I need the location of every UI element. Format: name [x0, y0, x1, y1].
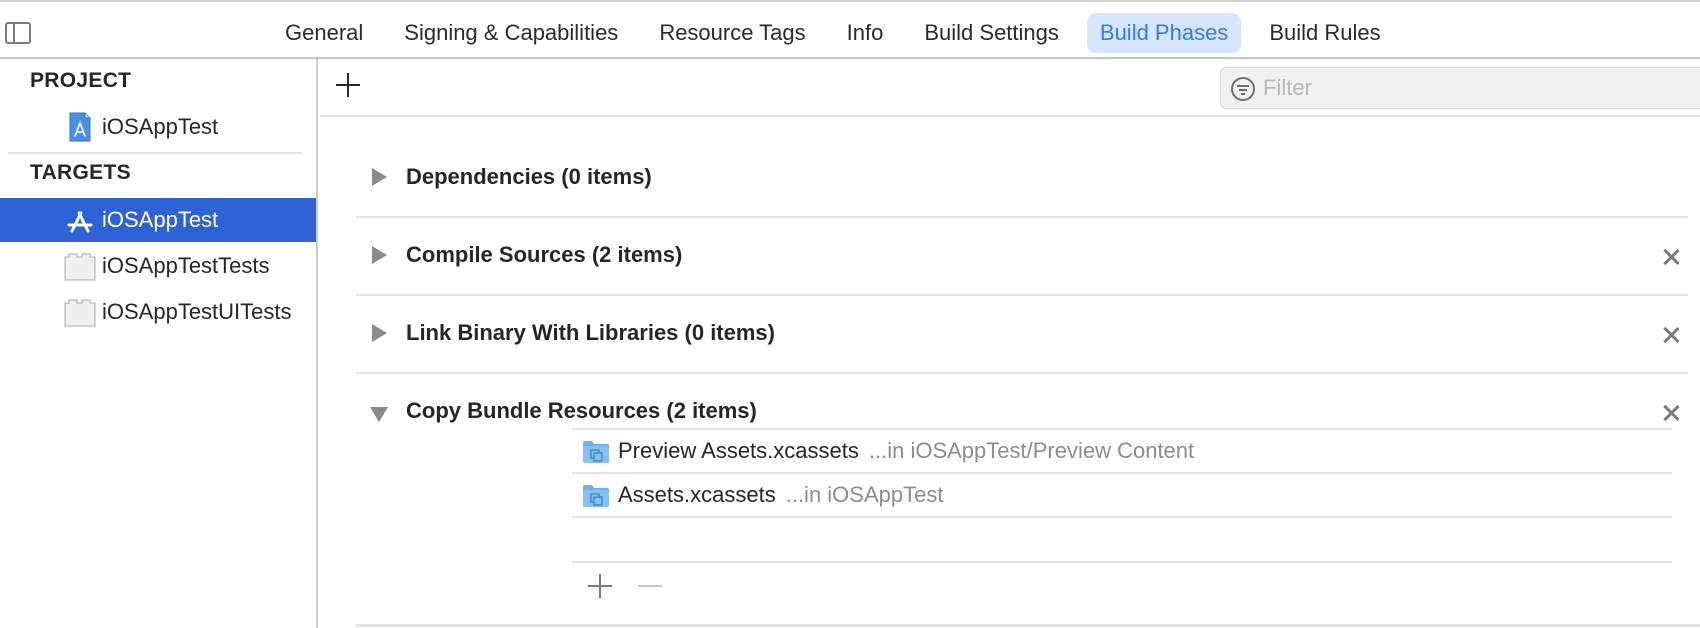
- sidebar-divider: [8, 152, 302, 154]
- table-row[interactable]: Assets.xcassets ...in iOSAppTest: [572, 474, 1672, 516]
- sidebar-item-target-tests[interactable]: iOSAppTestTests: [0, 244, 316, 288]
- build-phases-editor: Dependencies (0 items) Compile Sources (…: [320, 59, 1700, 628]
- disclosure-triangle-expanded-icon[interactable]: [370, 407, 388, 422]
- project-section-header: PROJECT: [30, 69, 132, 92]
- phase-title[interactable]: Copy Bundle Resources (2 items): [406, 398, 757, 424]
- resource-location: ...in iOSAppTest/Preview Content: [868, 438, 1195, 463]
- resource-name: Assets.xcassets: [618, 482, 776, 507]
- tab-list: General Signing & Capabilities Resource …: [272, 13, 1409, 53]
- phase-compile-sources: Compile Sources (2 items): [356, 218, 1688, 296]
- row-divider: [572, 516, 1672, 518]
- table-bottom-divider: [572, 561, 1672, 563]
- add-build-phase-button[interactable]: [334, 71, 362, 99]
- phase-link-binary: Link Binary With Libraries (0 items): [356, 296, 1688, 374]
- sidebar-toggle-icon[interactable]: [5, 22, 31, 44]
- resource-name: Preview Assets.xcassets: [618, 438, 859, 463]
- close-icon[interactable]: [1660, 402, 1682, 424]
- phase-title[interactable]: Link Binary With Libraries (0 items): [406, 320, 775, 346]
- xcode-target-editor: General Signing & Capabilities Resource …: [0, 0, 1700, 628]
- phase-divider: [356, 624, 1700, 627]
- phase-title[interactable]: Compile Sources (2 items): [406, 242, 682, 268]
- sidebar-item-label: iOSAppTestUITests: [102, 299, 292, 324]
- resource-location: ...in iOSAppTest: [785, 482, 944, 507]
- sidebar-item-target-uitests[interactable]: iOSAppTestUITests: [0, 290, 316, 334]
- test-bundle-icon: [64, 251, 96, 281]
- sidebar-item-target-app[interactable]: iOSAppTest: [0, 198, 316, 242]
- close-icon[interactable]: [1660, 324, 1682, 346]
- phase-title[interactable]: Dependencies (0 items): [406, 164, 652, 190]
- add-resource-button[interactable]: [588, 574, 612, 598]
- targets-section-header: TARGETS: [30, 161, 131, 184]
- tab-build-settings[interactable]: Build Settings: [911, 13, 1072, 53]
- asset-folder-icon: [582, 484, 610, 508]
- build-phases-toolbar: [320, 59, 1700, 117]
- xcode-project-icon: [64, 112, 96, 142]
- filter-field[interactable]: [1220, 67, 1700, 109]
- tab-general[interactable]: General: [272, 13, 376, 53]
- sidebar-item-project[interactable]: iOSAppTest: [0, 105, 316, 149]
- tab-info[interactable]: Info: [834, 13, 897, 53]
- sidebar-item-label: iOSAppTest: [102, 207, 219, 232]
- close-icon[interactable]: [1660, 246, 1682, 268]
- filter-icon: [1231, 77, 1255, 101]
- table-row[interactable]: Preview Assets.xcassets ...in iOSAppTest…: [572, 430, 1672, 472]
- disclosure-triangle-icon[interactable]: [372, 246, 387, 264]
- test-bundle-icon: [64, 297, 96, 327]
- tab-signing-capabilities[interactable]: Signing & Capabilities: [391, 13, 631, 53]
- disclosure-triangle-icon[interactable]: [372, 168, 387, 186]
- sidebar-item-label: iOSAppTestTests: [102, 253, 270, 278]
- filter-input[interactable]: [1263, 72, 1683, 104]
- app-target-icon: [64, 205, 96, 235]
- tab-build-phases[interactable]: Build Phases: [1086, 13, 1242, 53]
- resource-cell: Preview Assets.xcassets ...in iOSAppTest…: [618, 438, 1194, 464]
- resource-cell: Assets.xcassets ...in iOSAppTest: [618, 482, 943, 508]
- disclosure-triangle-icon[interactable]: [372, 324, 387, 342]
- editor-tab-bar: General Signing & Capabilities Resource …: [0, 0, 1700, 59]
- tab-build-rules[interactable]: Build Rules: [1256, 13, 1393, 53]
- asset-folder-icon: [582, 440, 610, 464]
- remove-resource-button[interactable]: [638, 585, 662, 587]
- sidebar-item-label: iOSAppTest: [102, 114, 219, 139]
- tab-resource-tags[interactable]: Resource Tags: [646, 13, 818, 53]
- phase-dependencies: Dependencies (0 items): [356, 140, 1688, 218]
- project-targets-sidebar: PROJECT iOSAppTest TARGETS iOSAppTest iO…: [0, 59, 318, 628]
